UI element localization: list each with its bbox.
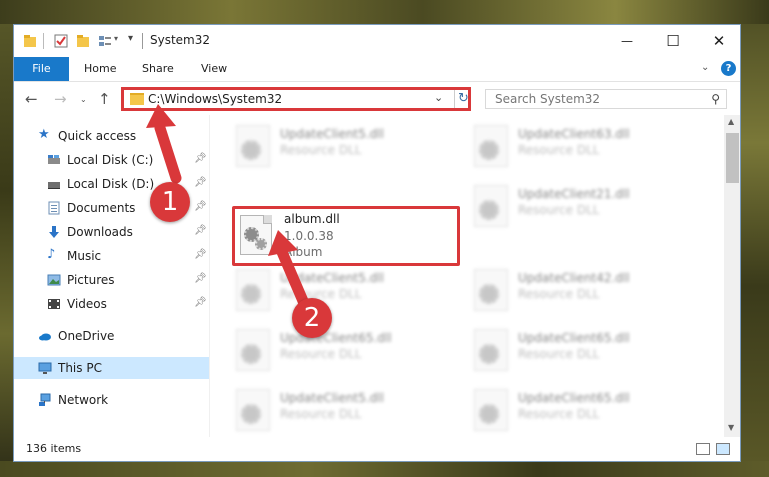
step-marker-2: 2 (292, 298, 332, 338)
annotation-arrows (146, 104, 312, 314)
step-marker-1: 1 (150, 182, 190, 222)
